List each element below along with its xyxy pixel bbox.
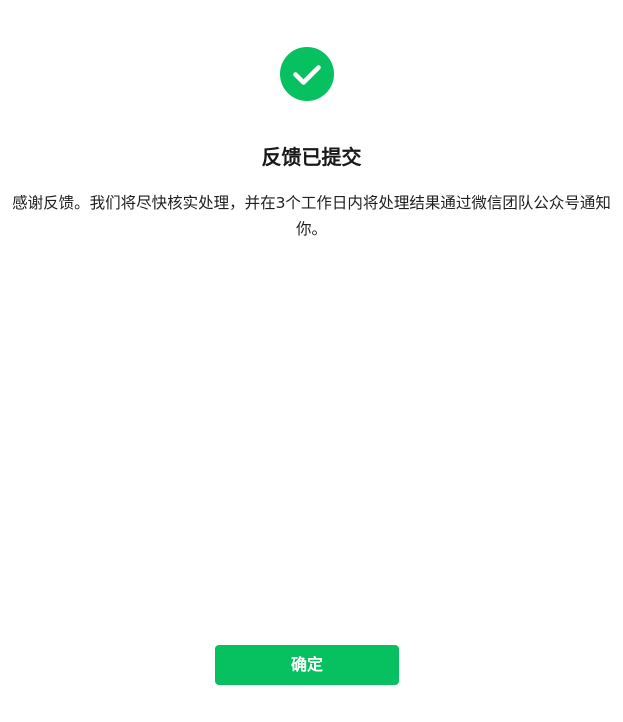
feedback-submitted-page: 反馈已提交 感谢反馈。我们将尽快核实处理，并在3个工作日内将处理结果通过微信团队… [0, 0, 623, 722]
confirm-button[interactable]: 确定 [215, 645, 399, 685]
page-title: 反馈已提交 [261, 145, 362, 169]
feedback-message: 感谢反馈。我们将尽快核实处理，并在3个工作日内将处理结果通过微信团队公众号通知你… [12, 194, 611, 238]
check-circle-icon [280, 47, 334, 101]
